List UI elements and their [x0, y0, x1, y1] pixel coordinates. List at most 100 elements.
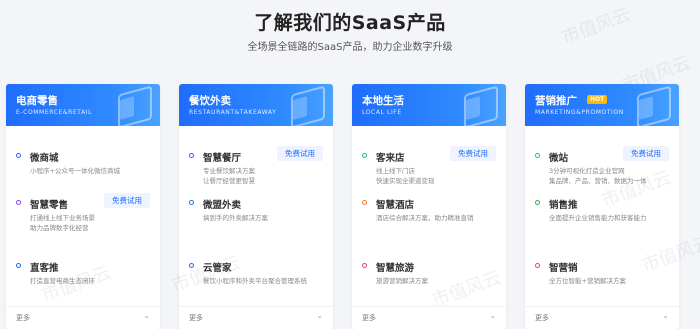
bullet-icon	[189, 153, 194, 158]
product-desc-line: 快速实现全渠道变现	[376, 177, 435, 185]
product-name[interactable]: 销售推	[549, 197, 578, 211]
product-desc: 餐饮小程序和外卖平台聚合管理系统	[203, 276, 307, 286]
product-name[interactable]: 智慧酒店	[376, 197, 414, 211]
product-name[interactable]: 智营销	[549, 260, 578, 274]
free-trial-button[interactable]: 免费试用	[104, 193, 150, 208]
more-label: 更多	[362, 314, 376, 322]
bullet-icon	[362, 200, 367, 205]
product-desc-line: 助力品牌数字化经营	[30, 224, 89, 232]
chevron-down-icon: ⌄	[316, 311, 323, 320]
chevron-down-icon: ⌄	[489, 311, 496, 320]
card-subtitle: LOCAL LIFE	[362, 109, 402, 116]
card-marketing: 营销推广 MARKETING&PROMOTION HOT 微站 3分钟可视化打造企业官网…	[525, 84, 679, 329]
card-header: 本地生活 LOCAL LIFE	[352, 84, 506, 126]
product-item[interactable]: 客来店 线上线下门店 快速实现全渠道变现 免费试用	[362, 146, 500, 186]
product-desc: 旅游营销解决方案	[376, 276, 428, 286]
product-item[interactable]: 智慧旅游旅游营销解决方案	[362, 260, 500, 294]
free-trial-button[interactable]: 免费试用	[623, 146, 669, 161]
product-item[interactable]: 智慧零售 打通线上线下业务场景 助力品牌数字化经营 免费试用	[16, 193, 154, 233]
product-desc-line: 让餐厅经营更智慧	[203, 177, 255, 185]
product-desc: 全方位智能+营销解决方案	[549, 276, 626, 286]
product-item[interactable]: 直客推打造直营电商生态闭环	[16, 260, 154, 294]
more-link[interactable]: 更多 ⌄	[352, 306, 506, 329]
product-name[interactable]: 智慧餐厅	[203, 150, 241, 164]
illustration-icon	[293, 96, 307, 120]
product-desc-line: 集品牌、产品、营销、数据为一体	[549, 177, 647, 185]
product-desc-line: 餐饮小程序和外卖平台聚合管理系统	[203, 277, 307, 285]
bullet-icon	[189, 263, 194, 268]
bullet-icon	[16, 200, 21, 205]
more-label: 更多	[16, 314, 30, 322]
product-name[interactable]: 智慧旅游	[376, 260, 414, 274]
product-desc-line: 旅游营销解决方案	[376, 277, 428, 285]
chevron-down-icon: ⌄	[143, 311, 150, 320]
product-item[interactable]: 智营销全方位智能+营销解决方案	[535, 260, 673, 294]
bullet-icon	[535, 153, 540, 158]
card-restaurant: 餐饮外卖 RESTAURANT&TAKEAWAY 智慧餐厅专业餐饮解决方案 让餐厅经营…	[179, 84, 333, 329]
product-desc: 搞到手的外卖解决方案	[203, 213, 268, 223]
product-desc: 打造直营电商生态闭环	[30, 276, 95, 286]
card-header: 电商零售 E-COMMERCE&RETAIL	[6, 84, 160, 126]
product-item[interactable]: 智慧餐厅专业餐饮解决方案 让餐厅经营更智慧 免费试用	[189, 146, 327, 186]
hot-badge: HOT	[587, 95, 608, 104]
product-desc-line: 全面提升企业销售能力和获客能力	[549, 214, 647, 222]
product-desc: 小程序+公众号一体化微信商城	[30, 166, 120, 176]
product-item[interactable]: 微站 3分钟可视化打造企业官网集品牌、产品、营销、数据为一体 免费试用	[535, 146, 673, 186]
card-subtitle: MARKETING&PROMOTION	[535, 109, 624, 116]
bullet-icon	[362, 153, 367, 158]
card-local-life: 本地生活 LOCAL LIFE 客来店 线上线下门店 快速实现全渠道变现 免费试用 智慧酒店…	[352, 84, 506, 329]
product-item[interactable]: 云管家餐饮小程序和外卖平台聚合管理系统	[189, 260, 327, 294]
illustration-icon	[639, 96, 653, 120]
bullet-icon	[535, 263, 540, 268]
product-desc-line: 3分钟可视化打造企业官网	[549, 167, 625, 175]
bullet-icon	[535, 200, 540, 205]
page-title: 了解我们的SaaS产品	[254, 12, 446, 34]
product-item[interactable]: 微盟外卖搞到手的外卖解决方案	[189, 197, 327, 231]
product-desc-line: 全方位智能+营销解决方案	[549, 277, 626, 285]
product-name[interactable]: 客来店	[376, 150, 405, 164]
illustration-icon	[466, 96, 480, 120]
more-link[interactable]: 更多 ⌄	[525, 306, 679, 329]
product-name[interactable]: 微盟外卖	[203, 197, 241, 211]
card-title: 电商零售	[16, 95, 58, 107]
bullet-icon	[16, 263, 21, 268]
card-title: 本地生活	[362, 95, 404, 107]
free-trial-button[interactable]: 免费试用	[277, 146, 323, 161]
product-name[interactable]: 微站	[549, 150, 568, 164]
card-header: 营销推广 MARKETING&PROMOTION HOT	[525, 84, 679, 126]
product-desc: 全面提升企业销售能力和获客能力	[549, 213, 647, 223]
more-label: 更多	[189, 314, 203, 322]
product-desc-line: 小程序+公众号一体化微信商城	[30, 167, 120, 175]
product-desc: 线上线下门店快速实现全渠道变现	[376, 166, 435, 186]
bullet-icon	[362, 263, 367, 268]
card-ecommerce: 电商零售 E-COMMERCE&RETAIL 微商城小程序+公众号一体化微信商城智慧…	[6, 84, 160, 329]
illustration-icon	[120, 96, 134, 120]
product-desc-line: 酒店综合解决方案，助力精准直销	[376, 214, 474, 222]
product-name[interactable]: 智慧零售	[30, 197, 68, 211]
page-subtitle: 全场景全链路的SaaS产品，助力企业数字升级	[247, 42, 453, 53]
more-link[interactable]: 更多 ⌄	[179, 306, 333, 329]
product-item[interactable]: 智慧酒店酒店综合解决方案，助力精准直销	[362, 197, 500, 231]
product-desc-line: 打通线上线下业务场景	[30, 214, 95, 222]
product-name[interactable]: 微商城	[30, 150, 59, 164]
card-title: 营销推广	[535, 95, 577, 107]
product-desc: 专业餐饮解决方案 让餐厅经营更智慧	[203, 166, 255, 186]
card-subtitle: E-COMMERCE&RETAIL	[16, 109, 93, 116]
product-desc: 打通线上线下业务场景 助力品牌数字化经营	[30, 213, 95, 233]
product-desc: 3分钟可视化打造企业官网集品牌、产品、营销、数据为一体	[549, 166, 647, 186]
chevron-down-icon: ⌄	[662, 311, 669, 320]
product-name[interactable]: 云管家	[203, 260, 232, 274]
product-desc-line: 线上线下门店	[376, 167, 415, 175]
more-link[interactable]: 更多 ⌄	[6, 306, 160, 329]
product-name[interactable]: 直客推	[30, 260, 59, 274]
card-header: 餐饮外卖 RESTAURANT&TAKEAWAY	[179, 84, 333, 126]
card-subtitle: RESTAURANT&TAKEAWAY	[189, 109, 277, 116]
more-label: 更多	[535, 314, 549, 322]
bullet-icon	[189, 200, 194, 205]
product-item[interactable]: 微商城小程序+公众号一体化微信商城	[16, 150, 154, 184]
bullet-icon	[16, 153, 21, 158]
product-desc-line: 搞到手的外卖解决方案	[203, 214, 268, 222]
product-item[interactable]: 销售推全面提升企业销售能力和获客能力	[535, 197, 673, 231]
free-trial-button[interactable]: 免费试用	[450, 146, 496, 161]
product-desc-line: 打造直营电商生态闭环	[30, 277, 95, 285]
